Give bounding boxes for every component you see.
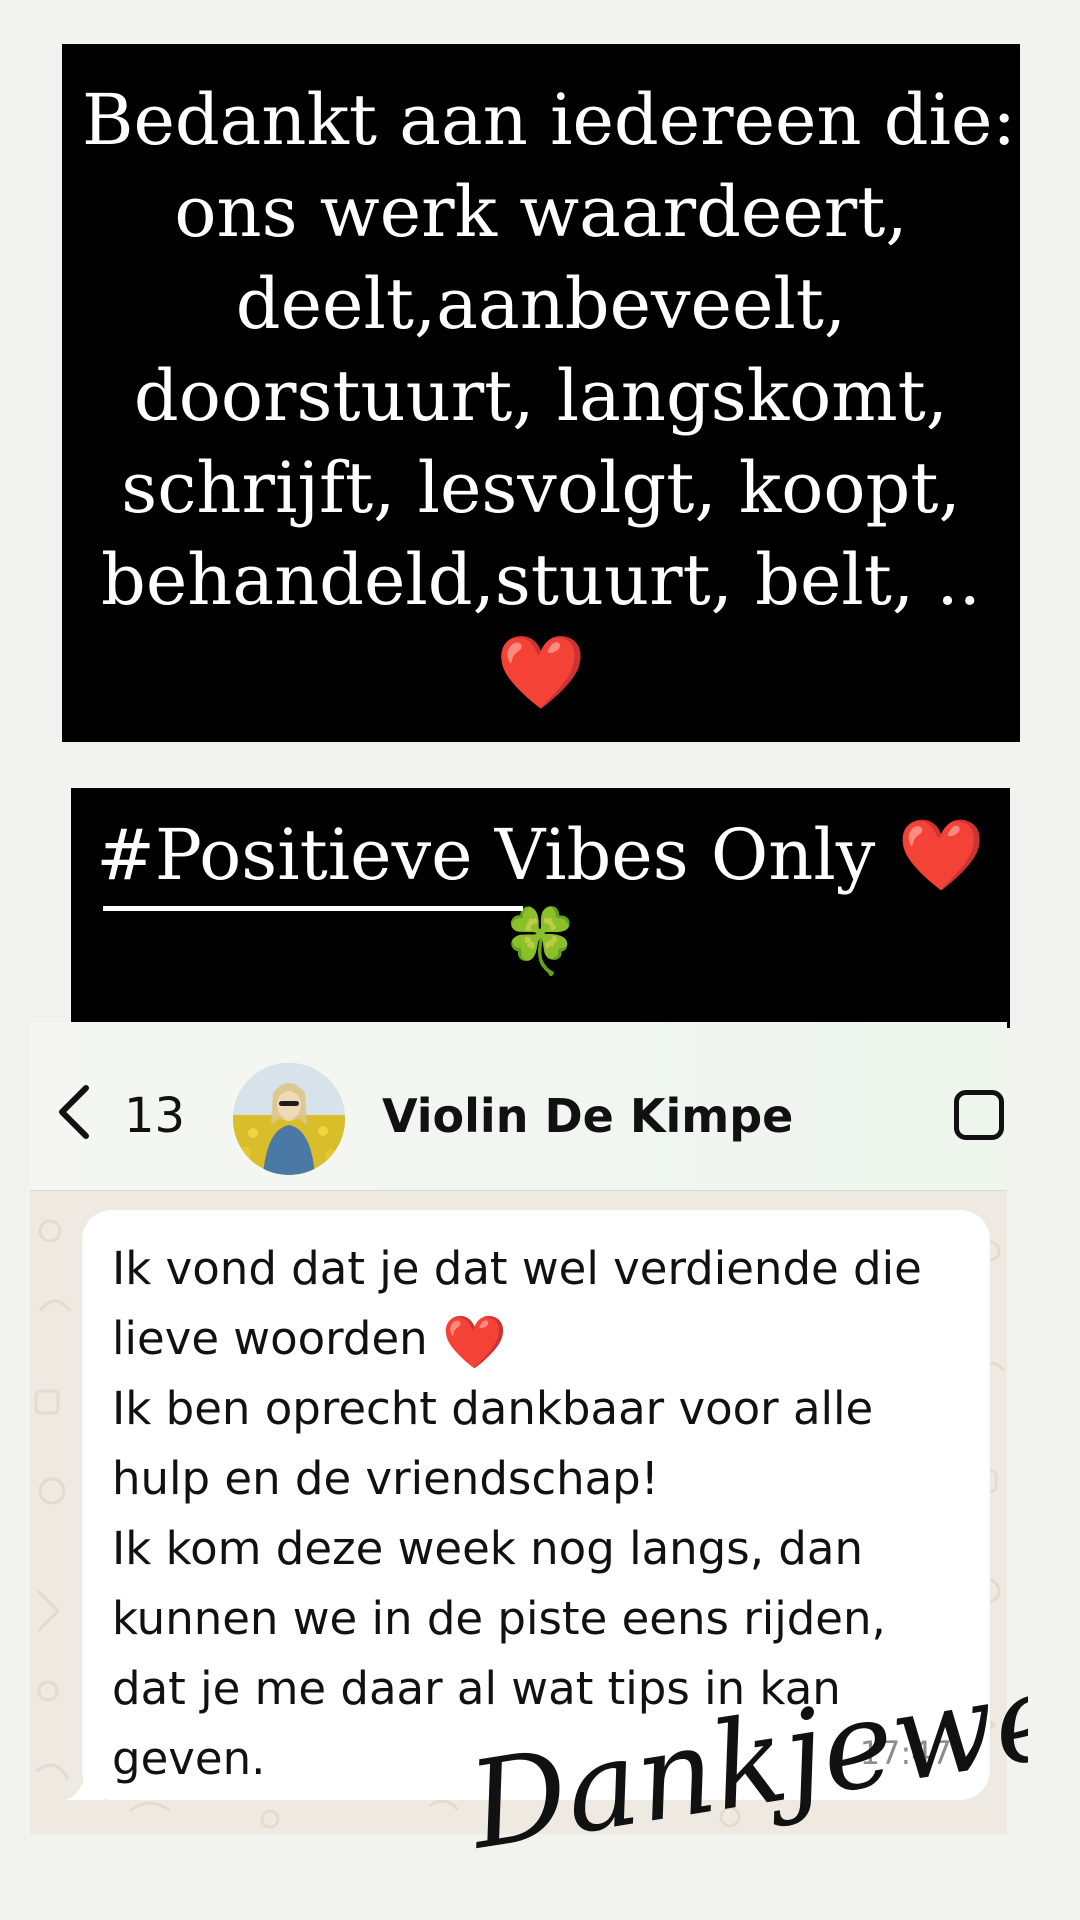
- unread-count[interactable]: 13: [124, 1088, 185, 1144]
- dankjewel-signature: Dankjewel: [468, 1648, 1028, 1877]
- message-line: kunnen we in de piste eens rijden,: [112, 1592, 886, 1645]
- message-line: Ik ben oprecht dankbaar voor alle: [112, 1382, 874, 1435]
- hashtag-underline: [103, 906, 523, 911]
- chat-header: 13 Violin De Kimpe: [30, 1022, 1007, 1191]
- thank-you-line: doorstuurt, langskomt,: [133, 355, 949, 437]
- chevron-left-icon[interactable]: [52, 1082, 96, 1142]
- thank-you-line: deelt,aanbeveelt,: [235, 263, 847, 345]
- square-icon[interactable]: [954, 1090, 1004, 1140]
- message-line: Ik kom deze week nog langs, dan: [112, 1522, 863, 1575]
- clover-icon: 🍀: [500, 905, 581, 979]
- contact-name[interactable]: Violin De Kimpe: [382, 1088, 793, 1144]
- avatar[interactable]: [233, 1063, 345, 1175]
- message-line: Ik vond dat je dat wel verdiende die: [112, 1242, 922, 1295]
- message-line: lieve woorden: [112, 1312, 428, 1365]
- heart-icon: ❤️: [496, 630, 586, 714]
- thank-you-line: behandeld,stuurt, belt, ..: [101, 539, 981, 621]
- heart-icon: ❤️: [897, 814, 985, 896]
- thank-you-line: Bedankt aan iedereen die:: [82, 79, 1016, 161]
- svg-text:Dankjewel: Dankjewel: [468, 1648, 1028, 1877]
- hashtag-text[interactable]: #Positieve Vibes Only: [96, 814, 875, 896]
- heart-icon: ❤️: [441, 1313, 507, 1373]
- hashtag-block: #Positieve Vibes Only ❤️ 🍀: [71, 788, 1010, 1028]
- message-line: hulp en de vriendschap!: [112, 1452, 659, 1505]
- thank-you-line: schrijft, lesvolgt, koopt,: [121, 447, 961, 529]
- thank-you-line: ons werk waardeert,: [174, 171, 908, 253]
- thank-you-text-block: Bedankt aan iedereen die: ons werk waard…: [62, 44, 1020, 742]
